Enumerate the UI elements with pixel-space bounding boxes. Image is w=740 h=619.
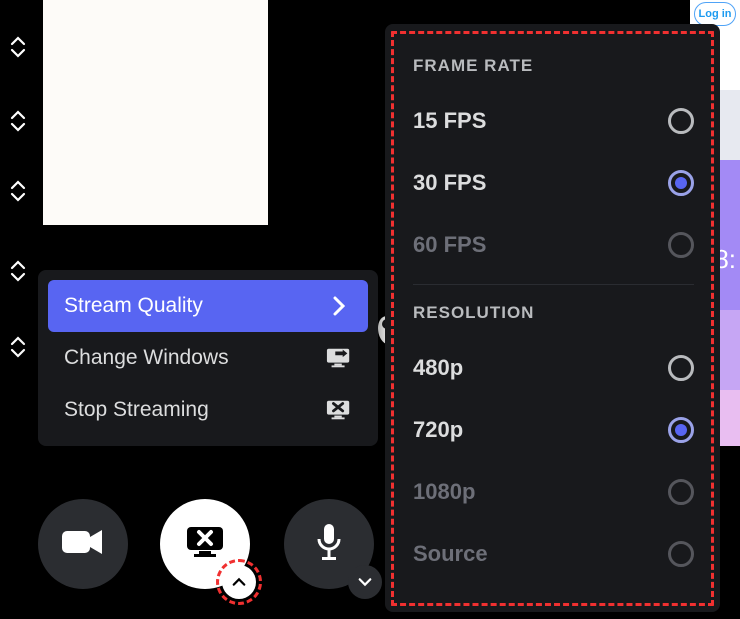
divider [413, 284, 694, 285]
camera-toggle-button[interactable] [38, 499, 128, 589]
menu-label: Stream Quality [64, 294, 203, 318]
screen-share-options-toggle[interactable] [222, 565, 256, 599]
mic-options-toggle[interactable] [348, 565, 382, 599]
resolution-label: 480p [413, 355, 463, 381]
frame-rate-heading: FRAME RATE [413, 56, 694, 76]
menu-item-change-windows[interactable]: Change Windows [48, 332, 368, 384]
resolution-option[interactable]: 480p [413, 337, 694, 399]
scroll-chevron-group [6, 110, 30, 132]
background-panel [43, 0, 268, 225]
menu-label: Change Windows [64, 346, 229, 370]
resolution-heading: RESOLUTION [413, 303, 694, 323]
frame-rate-option[interactable]: 15 FPS [413, 90, 694, 152]
monitor-arrow-icon [326, 347, 352, 369]
monitor-x-icon [326, 399, 352, 421]
frame-rate-option[interactable]: 30 FPS [413, 152, 694, 214]
radio-icon [668, 232, 694, 258]
screen-share-x-icon [184, 525, 226, 564]
frame-rate-label: 60 FPS [413, 232, 486, 258]
menu-item-stream-quality[interactable]: Stream Quality [48, 280, 368, 332]
stream-quality-panel: FRAME RATE 15 FPS 30 FPS 60 FPS RESOLUTION… [385, 24, 720, 612]
radio-icon [668, 355, 694, 381]
radio-icon [668, 108, 694, 134]
scroll-chevron-group [6, 336, 30, 358]
radio-icon [668, 170, 694, 196]
resolution-label: 720p [413, 417, 463, 443]
radio-icon [668, 417, 694, 443]
radio-icon [668, 479, 694, 505]
camera-icon [62, 525, 104, 564]
menu-item-stop-streaming[interactable]: Stop Streaming [48, 384, 368, 436]
scroll-chevron-group [6, 180, 30, 202]
login-button-peek: Log in [694, 2, 736, 26]
frame-rate-option: 60 FPS [413, 214, 694, 276]
scroll-chevron-group [6, 36, 30, 58]
microphone-icon [315, 523, 343, 566]
resolution-option: 1080p [413, 461, 694, 523]
stream-menu: Stream Quality Change Windows Stop Strea… [38, 270, 378, 446]
resolution-label: 1080p [413, 479, 475, 505]
resolution-label: Source [413, 541, 488, 567]
chevron-right-icon [326, 295, 352, 317]
frame-rate-label: 30 FPS [413, 170, 486, 196]
frame-rate-label: 15 FPS [413, 108, 486, 134]
login-label: Log in [699, 8, 732, 20]
resolution-option[interactable]: 720p [413, 399, 694, 461]
radio-icon [668, 541, 694, 567]
resolution-option: Source [413, 523, 694, 585]
menu-label: Stop Streaming [64, 398, 209, 422]
scroll-chevron-group [6, 260, 30, 282]
